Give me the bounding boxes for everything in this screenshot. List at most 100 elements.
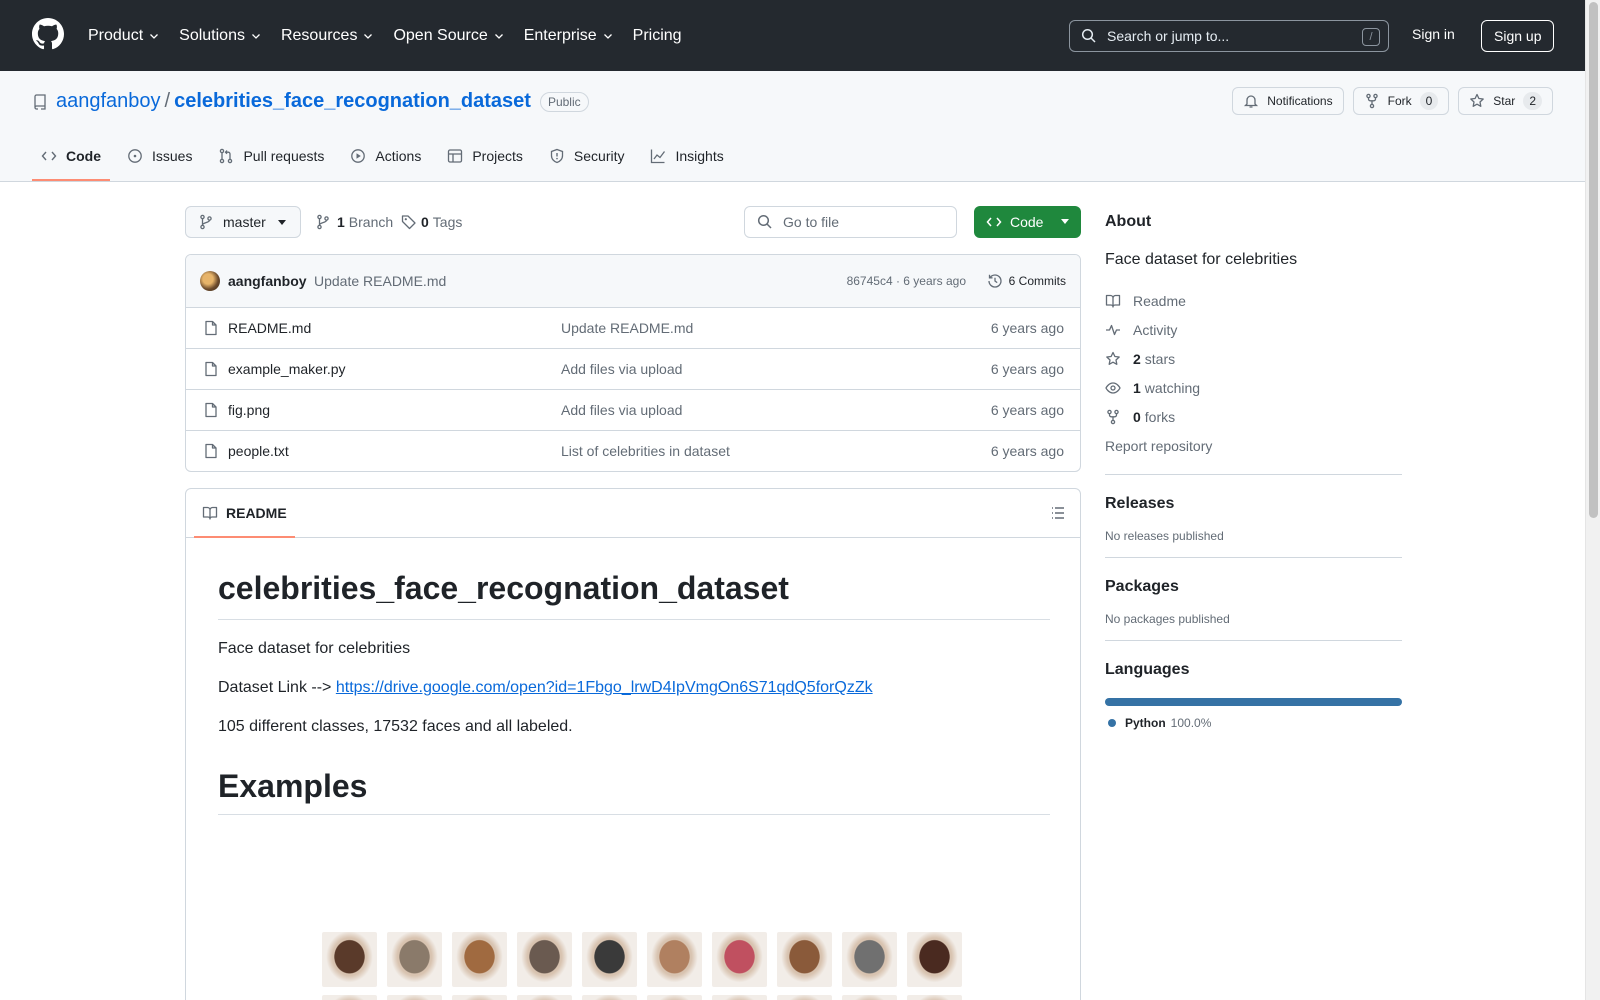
graph-icon [651, 149, 666, 164]
repo-name-link[interactable]: celebrities_face_recognation_dataset [174, 90, 531, 113]
tab-code[interactable]: Code [32, 139, 110, 181]
stars-link[interactable]: 2 stars [1105, 344, 1402, 373]
packages-section: Packages No packages published [1105, 557, 1402, 626]
file-commit-time: 6 years ago [990, 320, 1064, 336]
file-commit-message-link[interactable]: List of celebrities in dataset [561, 443, 730, 459]
table-row: README.md Update README.md 6 years ago [186, 308, 1080, 349]
code-dropdown-button[interactable]: Code [974, 206, 1081, 238]
tab-insights-label: Insights [675, 148, 724, 164]
star-count: 2 [1523, 92, 1542, 110]
nav-resources-label: Resources [280, 26, 358, 44]
file-commit-message-link[interactable]: Add files via upload [561, 402, 682, 418]
file-icon [205, 320, 217, 336]
releases-empty-text: No releases published [1105, 529, 1224, 543]
star-label: Star [1493, 94, 1516, 108]
readme-link-label: Readme [1133, 292, 1186, 309]
file-name-link[interactable]: people.txt [228, 443, 289, 459]
tab-insights[interactable]: Insights [641, 139, 732, 173]
fork-button[interactable]: Fork 0 [1352, 87, 1450, 115]
example-face-image [387, 995, 442, 1000]
sign-up-button[interactable]: Sign up [1481, 20, 1555, 52]
page-scrollbar[interactable] [1585, 0, 1600, 1000]
tab-projects[interactable]: Projects [438, 139, 532, 173]
tab-actions[interactable]: Actions [341, 139, 430, 173]
packages-heading[interactable]: Packages [1105, 578, 1402, 596]
sign-in-link[interactable]: Sign in [1412, 26, 1455, 42]
repo-owner-link[interactable]: aangfanboy [56, 90, 161, 113]
nav-solutions[interactable]: Solutions [179, 27, 262, 45]
languages-section: Languages Python 100.0% [1105, 640, 1402, 730]
tags-link[interactable]: 0 Tags [401, 214, 462, 230]
tab-security[interactable]: Security [540, 139, 634, 173]
commit-author-link[interactable]: aangfanboy [228, 273, 307, 289]
language-percent: 100.0% [1170, 716, 1212, 730]
search-icon [1081, 28, 1096, 43]
file-name-link[interactable]: fig.png [228, 402, 270, 418]
nav-open-source[interactable]: Open Source [393, 27, 504, 45]
dataset-link[interactable]: https://drive.google.com/open?id=1Fbgo_l… [336, 679, 873, 696]
nav-pricing[interactable]: Pricing [633, 27, 682, 45]
chevron-down-icon [494, 33, 503, 39]
table-row: fig.png Add files via upload 6 years ago [186, 390, 1080, 431]
example-face-image [842, 932, 897, 987]
nav-pricing-label: Pricing [632, 26, 682, 44]
tab-issues[interactable]: Issues [118, 139, 201, 173]
avatar[interactable] [200, 271, 220, 291]
releases-heading[interactable]: Releases [1105, 495, 1402, 513]
readme-tab[interactable]: README [194, 489, 295, 538]
commits-history-link[interactable]: 6 Commits [987, 273, 1066, 289]
nav-solutions-label: Solutions [179, 26, 245, 44]
tag-icon [401, 215, 416, 230]
go-to-file-placeholder: Go to file [783, 214, 840, 230]
table-row: example_maker.py Add files via upload 6 … [186, 349, 1080, 390]
site-header: Product Solutions Resources Open Source … [0, 0, 1585, 71]
history-icon [988, 274, 1002, 288]
readme-link[interactable]: Readme [1105, 286, 1402, 315]
go-to-file-input[interactable]: Go to file [744, 206, 957, 238]
branch-name: master [223, 214, 266, 230]
code-icon [986, 217, 1002, 227]
tab-pull-requests[interactable]: Pull requests [209, 139, 333, 173]
bell-icon [1244, 95, 1259, 108]
branch-select-button[interactable]: master [185, 206, 301, 238]
readme-content: celebrities_face_recognation_dataset Fac… [218, 538, 1050, 816]
repo-tabs: Code Issues Pull requests Actions Projec… [32, 139, 741, 181]
pull-request-icon [220, 148, 233, 164]
commit-hash-time[interactable]: 86745c4 · 6 years ago [847, 274, 966, 288]
play-icon [351, 149, 366, 163]
list-outline-icon[interactable] [1050, 505, 1066, 521]
commit-message-link[interactable]: Update README.md [314, 273, 446, 289]
scrollbar-thumb[interactable] [1589, 2, 1598, 518]
notifications-button[interactable]: Notifications [1232, 87, 1344, 115]
latest-commit-row: aangfanboy Update README.md 86745c4 · 6 … [186, 255, 1080, 308]
search-input[interactable]: Search or jump to... / [1069, 20, 1389, 52]
example-face-image [907, 995, 962, 1000]
file-name-link[interactable]: example_maker.py [228, 361, 346, 377]
nav-enterprise[interactable]: Enterprise [524, 27, 614, 45]
nav-product[interactable]: Product [88, 27, 160, 45]
report-repository-link[interactable]: Report repository [1105, 431, 1402, 460]
file-name-link[interactable]: README.md [228, 320, 311, 336]
file-commit-message-link[interactable]: Add files via upload [561, 361, 682, 377]
about-heading: About [1105, 213, 1152, 230]
search-icon [757, 214, 772, 229]
github-logo-icon[interactable] [32, 18, 64, 50]
activity-link[interactable]: Activity [1105, 315, 1402, 344]
file-commit-time: 6 years ago [990, 361, 1064, 377]
example-face-image [777, 932, 832, 987]
file-commit-message-link[interactable]: Update README.md [561, 320, 693, 336]
watchers-link[interactable]: 1 watching [1105, 373, 1402, 402]
star-button[interactable]: Star 2 [1458, 87, 1553, 115]
nav-resources[interactable]: Resources [281, 27, 374, 45]
code-icon [41, 151, 57, 161]
example-face-image [647, 932, 702, 987]
branches-link[interactable]: 1 Branch [315, 214, 393, 230]
example-face-image [322, 995, 377, 1000]
tab-actions-label: Actions [375, 148, 422, 164]
file-commit-time: 6 years ago [990, 402, 1064, 418]
language-item[interactable]: Python 100.0% [1105, 716, 1402, 730]
about-description: Face dataset for celebrities [1105, 251, 1298, 268]
example-face-image [647, 995, 702, 1000]
repo-icon [34, 93, 46, 110]
forks-link[interactable]: 0 forks [1105, 402, 1402, 431]
